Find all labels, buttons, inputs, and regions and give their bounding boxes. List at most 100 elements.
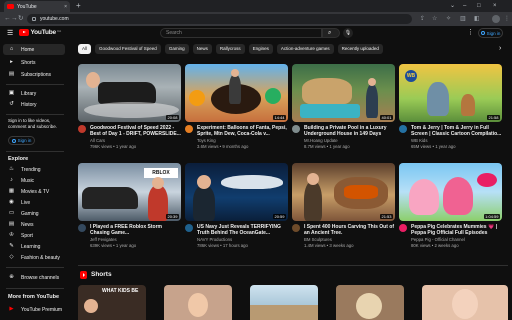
- youtube-play-icon: [19, 29, 29, 36]
- video-title[interactable]: Experiment: Balloons of Fanta, Pepsi, Sp…: [197, 125, 288, 137]
- voice-search-icon[interactable]: 🎙: [343, 28, 353, 38]
- pool-shape: [300, 104, 360, 118]
- sidebar-item-subscriptions[interactable]: ▤ Subscriptions: [3, 69, 65, 80]
- video-card[interactable]: 20:59 US Navy Just Reveals TERRIFYING Tr…: [185, 163, 288, 248]
- share-icon[interactable]: ⇪: [420, 15, 425, 23]
- chip-gaming[interactable]: Gaming: [164, 44, 189, 54]
- channel-avatar[interactable]: [185, 125, 193, 133]
- sidebar-item-news[interactable]: ▤ News: [3, 219, 65, 230]
- sidebar-item-label: News: [21, 221, 34, 228]
- video-card[interactable]: 40:01 Building a Private Pool in a Luxur…: [292, 64, 395, 149]
- video-title[interactable]: Goodwood Festival of Speed 2022 - Best o…: [90, 125, 181, 137]
- video-title[interactable]: I Played a FREE Roblox Storm Chasing Gam…: [90, 224, 181, 236]
- video-title[interactable]: Tom & Jerry | Tom & Jerry in Full Screen…: [411, 125, 502, 137]
- video-thumbnail[interactable]: 20:59: [185, 163, 288, 221]
- sidebar-item-trending[interactable]: ♨ Trending: [3, 164, 65, 175]
- chip-all[interactable]: All: [78, 44, 92, 54]
- video-title[interactable]: Building a Private Pool in a Luxury Unde…: [304, 125, 395, 137]
- channel-avatar[interactable]: [185, 224, 193, 232]
- channel-avatar[interactable]: [78, 125, 86, 133]
- sidebar-item-shorts[interactable]: ▸ Shorts: [3, 57, 65, 68]
- browser-tab-bar: YouTube × + ⌄ – □ ×: [0, 0, 512, 12]
- channel-avatar[interactable]: [292, 224, 300, 232]
- maximize-icon[interactable]: □: [477, 2, 481, 10]
- short-card[interactable]: [336, 285, 404, 320]
- video-thumbnail[interactable]: 1:04:59: [399, 163, 502, 221]
- back-icon[interactable]: ←: [4, 15, 11, 23]
- sidebar-item-movies[interactable]: ▦ Movies & TV: [3, 186, 65, 197]
- channel-avatar[interactable]: [292, 125, 300, 133]
- sidebar-item-gaming[interactable]: ▭ Gaming: [3, 208, 65, 219]
- video-thumbnail[interactable]: 20:08: [78, 64, 181, 122]
- reload-icon[interactable]: ↻: [18, 15, 23, 23]
- sidebar-item-sport[interactable]: ♔ Sport: [3, 230, 65, 241]
- video-card[interactable]: 14:44 Experiment: Balloons of Fanta, Pep…: [185, 64, 288, 149]
- sign-in-button[interactable]: Sign in: [478, 28, 503, 38]
- new-tab-icon[interactable]: +: [76, 1, 81, 11]
- video-thumbnail[interactable]: 14:44: [185, 64, 288, 122]
- youtube-logo[interactable]: YouTube CA: [19, 29, 61, 36]
- chip-recently-uploaded[interactable]: Recently uploaded: [337, 44, 383, 54]
- short-card[interactable]: [250, 285, 318, 320]
- profile-avatar[interactable]: [492, 15, 500, 23]
- chip-action-adventure[interactable]: Action-adventure games: [276, 44, 334, 54]
- search-input[interactable]: Search: [160, 28, 322, 38]
- sidebar-item-music[interactable]: ♪ Music: [3, 175, 65, 186]
- sidebar-item-browse-channels[interactable]: ⊕ Browse channels: [3, 272, 65, 283]
- address-bar[interactable]: youtube.com: [27, 14, 412, 24]
- video-title[interactable]: Peppa Pig Celebrates Mummies 💗 | Peppa P…: [411, 224, 502, 236]
- video-card[interactable]: 1:04:59 Peppa Pig Celebrates Mummies 💗 |…: [399, 163, 502, 248]
- video-thumbnail[interactable]: 21:53: [292, 163, 395, 221]
- minimize-icon[interactable]: –: [463, 2, 466, 10]
- tab-search-icon[interactable]: ⌄: [450, 2, 455, 10]
- sidebar-item-home[interactable]: ⌂ Home: [3, 44, 65, 55]
- sidebar-item-learning[interactable]: ✎ Learning: [3, 241, 65, 252]
- extensions-icon[interactable]: ✧: [446, 15, 451, 23]
- channel-avatar[interactable]: [399, 224, 407, 232]
- menu-icon[interactable]: ☰: [7, 30, 13, 37]
- person-face: [188, 293, 208, 317]
- chip-engines[interactable]: Engines: [248, 44, 273, 54]
- video-card[interactable]: 21:53 I Spent 400 Hours Carving This Out…: [292, 163, 395, 248]
- more-from-youtube-heading: More from YouTube: [8, 294, 60, 300]
- search-button[interactable]: ⌕: [322, 28, 340, 38]
- person-shape: [229, 74, 241, 104]
- sidebar-item-fashion[interactable]: ◇ Fashion & beauty: [3, 252, 65, 263]
- chip-rallycross[interactable]: Rallycross: [215, 44, 245, 54]
- video-card[interactable]: RBLOX 20:39 I Played a FREE Roblox Storm…: [78, 163, 181, 248]
- sidebar-item-live[interactable]: ◉ Live: [3, 197, 65, 208]
- short-card[interactable]: WHAT KIDS BE: [78, 285, 146, 320]
- chip-goodwood[interactable]: Goodwood Festival of Speed: [95, 44, 161, 54]
- video-card[interactable]: 20:08 Goodwood Festival of Speed 2022 - …: [78, 64, 181, 149]
- sidebar-item-library[interactable]: ▣ Library: [3, 88, 65, 99]
- close-window-icon[interactable]: ×: [493, 2, 497, 10]
- sidebar-sign-in-button[interactable]: Sign in: [8, 136, 35, 145]
- video-thumbnail[interactable]: WB 21:58: [399, 64, 502, 122]
- channel-avatar[interactable]: [399, 125, 407, 133]
- live-icon: ◉: [9, 199, 14, 205]
- logo-text: YouTube: [30, 29, 57, 36]
- video-card[interactable]: WB 21:58 Tom & Jerry | Tom & Jerry in Fu…: [399, 64, 502, 149]
- settings-more-icon[interactable]: ⋮: [467, 29, 474, 36]
- home-icon: ⌂: [9, 46, 14, 52]
- short-card[interactable]: [164, 285, 232, 320]
- video-thumbnail[interactable]: RBLOX 20:39: [78, 163, 181, 221]
- browser-tab[interactable]: YouTube ×: [4, 1, 70, 12]
- bookmark-star-icon[interactable]: ☆: [432, 15, 437, 23]
- sidebar-item-label: YouTube Premium: [21, 306, 63, 313]
- side-panel-icon[interactable]: ◧: [474, 15, 480, 23]
- reading-list-icon[interactable]: ▥: [460, 15, 466, 23]
- forward-icon[interactable]: →: [11, 15, 18, 23]
- channel-avatar[interactable]: [78, 224, 86, 232]
- sidebar-item-youtube-premium[interactable]: ▶ YouTube Premium: [3, 304, 65, 315]
- sidebar-item-history[interactable]: ↺ History: [3, 99, 65, 110]
- video-thumbnail[interactable]: 40:01: [292, 64, 395, 122]
- chrome-menu-icon[interactable]: ⋮: [504, 15, 510, 23]
- chip-news[interactable]: News: [192, 44, 212, 54]
- video-title[interactable]: I Spent 400 Hours Carving This Out of an…: [304, 224, 395, 236]
- shorts-logo-icon: [80, 271, 87, 279]
- video-title[interactable]: US Navy Just Reveals TERRIFYING Truth Be…: [197, 224, 288, 236]
- chips-next-icon[interactable]: ›: [499, 45, 501, 53]
- short-card[interactable]: [422, 285, 508, 320]
- close-tab-icon[interactable]: ×: [64, 4, 67, 10]
